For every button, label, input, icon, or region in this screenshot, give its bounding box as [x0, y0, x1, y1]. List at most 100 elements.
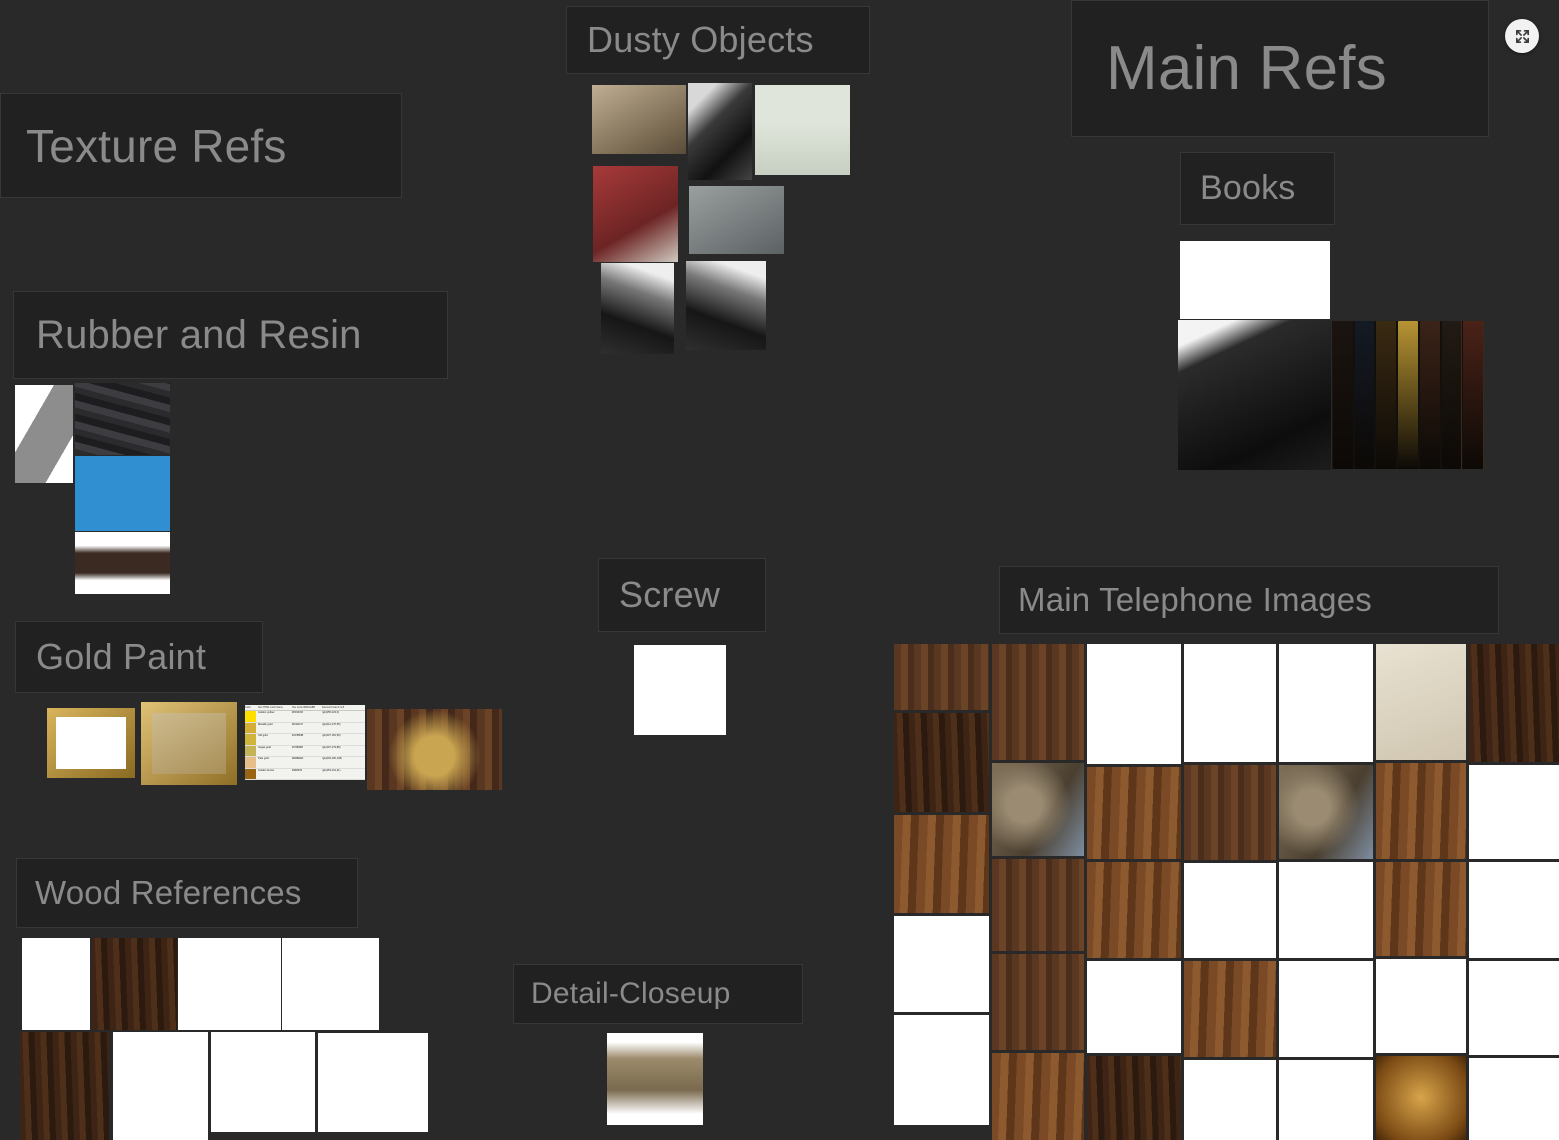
group-label-books[interactable]: Books — [1180, 152, 1335, 225]
image-phillips-head-screw-closeup[interactable] — [634, 645, 726, 735]
image-curved-rubber-hose[interactable] — [75, 532, 170, 594]
telephone-thumbnail-r1-c1[interactable] — [894, 644, 989, 710]
telephone-thumbnail-r3-c4[interactable] — [1184, 863, 1276, 958]
image-ornate-brass-corner-detail[interactable] — [607, 1033, 703, 1125]
swatch-table-cell-hex: #E6BE8A — [292, 757, 304, 760]
telephone-thumbnail-r1-c5[interactable] — [1279, 644, 1373, 762]
image-gold-baroque-frame-aged-canvas[interactable] — [141, 702, 237, 785]
image-wooden-bureau-desk[interactable] — [20, 1032, 109, 1140]
image-thumbnail — [592, 85, 686, 154]
image-small-wooden-side-table[interactable] — [318, 1033, 428, 1132]
book-spine — [1333, 321, 1353, 469]
telephone-thumbnail-r4-c4[interactable] — [1184, 961, 1276, 1057]
swatch-table-cell-name: Vegas gold — [258, 745, 271, 749]
image-stacked-worn-tires[interactable] — [75, 383, 170, 455]
antique-telephone-photo — [1184, 863, 1276, 958]
telephone-thumbnail-r2-c3[interactable] — [1087, 767, 1181, 859]
antique-telephone-photo — [1469, 961, 1559, 1055]
image-thumbnail — [367, 709, 502, 790]
telephone-thumbnail-r2-c6[interactable] — [1376, 763, 1466, 859]
telephone-thumbnail-r3-c2[interactable] — [992, 859, 1084, 951]
image-carved-wooden-console-table[interactable] — [211, 1032, 315, 1132]
image-ornate-gold-picture-frame-empty[interactable] — [47, 708, 135, 778]
telephone-thumbnail-r2-c4[interactable] — [1184, 765, 1276, 860]
group-label-main-refs[interactable]: Main Refs — [1071, 0, 1489, 137]
telephone-thumbnail-r5-c3[interactable] — [1087, 1056, 1181, 1140]
swatch-table-cell-name: Old gold — [258, 734, 268, 737]
group-label-main-telephone-images[interactable]: Main Telephone Images — [999, 566, 1499, 634]
image-antique-wood-cabinet[interactable] — [92, 938, 177, 1030]
image-dusty-rotary-dial-closeup[interactable] — [592, 85, 686, 154]
image-dust-covered-camera-object[interactable] — [601, 263, 674, 354]
telephone-thumbnail-r1-c2[interactable] — [992, 644, 1084, 760]
image-black-and-white-dusty-rotary-phone[interactable] — [688, 83, 752, 180]
telephone-thumbnail-r4-c2[interactable] — [992, 954, 1084, 1050]
telephone-thumbnail-r2-c7[interactable] — [1469, 765, 1559, 859]
group-label-text: Detail-Closeup — [531, 977, 731, 1010]
image-mahogany-chest-of-drawers[interactable] — [282, 938, 379, 1030]
telephone-thumbnail-r1-c6[interactable] — [1376, 644, 1466, 760]
telephone-thumbnail-r4-c5[interactable] — [1279, 961, 1373, 1057]
group-label-gold-paint[interactable]: Gold Paint — [15, 621, 263, 693]
group-label-detail-closeup[interactable]: Detail-Closeup — [513, 964, 803, 1024]
telephone-thumbnail-r4-c3[interactable] — [1087, 961, 1181, 1053]
antique-telephone-photo — [992, 1053, 1084, 1140]
image-grey-bakelite-desk-telephone[interactable] — [755, 85, 850, 175]
antique-telephone-photo — [1087, 767, 1181, 859]
image-wooden-wall-telephone[interactable] — [22, 938, 90, 1030]
swatch-table-cell-name: Pale gold — [258, 757, 269, 760]
telephone-thumbnail-r5-c2[interactable] — [992, 1053, 1084, 1140]
telephone-thumbnail-r3-c1[interactable] — [894, 815, 989, 913]
antique-telephone-photo — [1469, 765, 1559, 859]
group-label-text: Books — [1200, 169, 1296, 207]
image-red-dusty-rotary-telephone[interactable] — [593, 166, 678, 262]
antique-telephone-photo — [1087, 862, 1181, 958]
image-black-rubber-wheels-on-blue[interactable] — [75, 456, 170, 531]
group-label-rubber-and-resin[interactable]: Rubber and Resin — [13, 291, 448, 379]
color-swatch — [245, 711, 256, 722]
image-red-antique-rotary-telephone[interactable] — [178, 938, 281, 1030]
image-black-hardcover-book-closeup[interactable] — [1178, 320, 1331, 470]
antique-telephone-photo — [1279, 961, 1373, 1057]
image-thumbnail — [75, 383, 170, 455]
antique-telephone-photo — [1184, 644, 1276, 762]
telephone-thumbnail-r2-c2[interactable] — [992, 763, 1084, 856]
telephone-thumbnail-r5-c6[interactable] — [1376, 1056, 1466, 1140]
telephone-thumbnail-r5-c1[interactable] — [894, 1015, 989, 1125]
telephone-thumbnail-r1-c3[interactable] — [1087, 644, 1181, 764]
image-dusty-corroded-metal-fitting[interactable] — [689, 186, 784, 254]
telephone-thumbnail-r4-c6[interactable] — [1376, 959, 1466, 1053]
telephone-thumbnail-r3-c6[interactable] — [1376, 862, 1466, 956]
telephone-thumbnail-r2-c1[interactable] — [894, 713, 989, 812]
image-row-of-antique-leather-books[interactable] — [1332, 321, 1484, 469]
image-moai-statue-gray-reference[interactable] — [15, 385, 73, 483]
group-label-screw[interactable]: Screw — [598, 558, 766, 632]
telephone-thumbnail-r4-c1[interactable] — [894, 916, 989, 1012]
telephone-thumbnail-r5-c7[interactable] — [1469, 1058, 1559, 1140]
image-black-and-white-telephone-on-desk[interactable] — [686, 261, 766, 350]
telephone-thumbnail-r1-c4[interactable] — [1184, 644, 1276, 762]
image-gold-color-hex-swatch-table[interactable]: Color Non HTML Color Name Hex Code #RRGGBB… — [245, 705, 365, 780]
telephone-thumbnail-r3-c3[interactable] — [1087, 862, 1181, 958]
telephone-thumbnail-r3-c7[interactable] — [1469, 862, 1559, 958]
book-spine — [1354, 321, 1375, 469]
image-hand-lifting-brass-telephone-handset[interactable] — [367, 709, 502, 790]
group-label-texture-refs[interactable]: Texture Refs — [0, 93, 402, 198]
telephone-thumbnail-r4-c7[interactable] — [1469, 961, 1559, 1055]
telephone-thumbnail-r3-c5[interactable] — [1279, 862, 1373, 958]
telephone-thumbnail-r5-c5[interactable] — [1279, 1060, 1373, 1140]
group-label-wood-references[interactable]: Wood References — [16, 858, 358, 928]
swatch-table-cell-rgb: rgb(197,179,88) — [322, 745, 341, 749]
telephone-thumbnail-r5-c4[interactable] — [1184, 1060, 1276, 1140]
group-label-text: Main Refs — [1106, 34, 1387, 103]
antique-telephone-photo — [1087, 1056, 1181, 1140]
reference-board-canvas[interactable]: Texture Refs Rubber and Resin Gold Paint Wo… — [0, 0, 1559, 1140]
swatch-table-header-cell: Color — [245, 706, 251, 709]
group-label-dusty-objects[interactable]: Dusty Objects — [566, 6, 870, 74]
fullscreen-button[interactable] — [1505, 19, 1539, 53]
telephone-thumbnail-r1-c7[interactable] — [1469, 644, 1559, 762]
image-black-wall-mounted-telephone[interactable] — [113, 1032, 208, 1140]
telephone-thumbnail-r2-c5[interactable] — [1279, 765, 1373, 859]
color-swatch — [245, 734, 256, 745]
image-closed-leather-bound-book[interactable] — [1180, 241, 1330, 319]
